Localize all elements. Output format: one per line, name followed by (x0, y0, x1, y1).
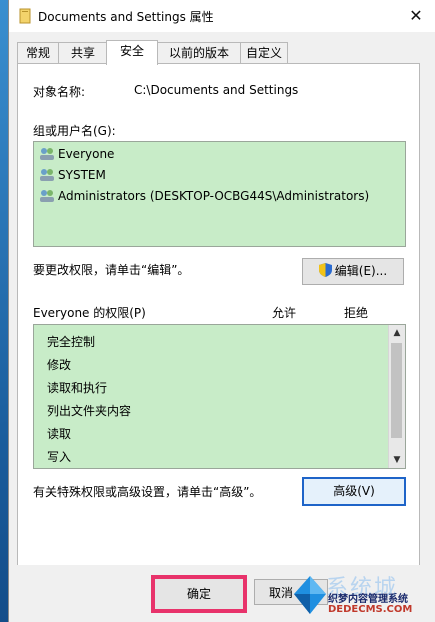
advanced-button[interactable]: 高级(V) (302, 477, 406, 506)
security-panel: 对象名称: C:\Documents and Settings 组或用户名(G)… (17, 63, 420, 567)
list-item[interactable]: Administrators (DESKTOP-OCBG44S\Administ… (39, 189, 369, 203)
scrollbar[interactable]: ▲ ▼ (388, 325, 405, 468)
edit-button[interactable]: 编辑(E)... (302, 258, 404, 285)
user-name: SYSTEM (58, 168, 106, 182)
tab-previous-versions[interactable]: 以前的版本 (157, 42, 241, 63)
watermark-line1: 织梦内容管理系统 (328, 594, 408, 605)
scroll-thumb[interactable] (391, 343, 402, 438)
close-icon[interactable]: ✕ (406, 6, 426, 26)
object-name-value: C:\Documents and Settings (134, 83, 299, 97)
user-name: Everyone (58, 147, 115, 161)
allow-header: 允许 (272, 306, 297, 320)
title-bar: Documents and Settings 属性 ✕ (9, 0, 435, 32)
user-group-icon (40, 148, 54, 160)
user-name: Administrators (DESKTOP-OCBG44S\Administ… (58, 189, 370, 203)
tab-strip: 常规 共享 安全 以前的版本 自定义 (17, 40, 419, 65)
folder-icon (19, 8, 31, 24)
watermark-logo: 系统城 织梦内容管理系统 DEDECMS.COM (290, 566, 435, 622)
scroll-down-icon[interactable]: ▼ (389, 452, 405, 468)
ok-button[interactable]: 确定 (151, 575, 247, 613)
advanced-hint: 有关特殊权限或高级设置，请单击“高级”。 (33, 485, 262, 499)
tab-security[interactable]: 安全 (106, 40, 158, 65)
groups-label: 组或用户名(G): (33, 124, 116, 138)
user-group-icon (40, 169, 54, 181)
users-list[interactable]: Everyone SYSTEM Administrators (DESKTOP-… (33, 141, 406, 247)
list-item: 完全控制 (47, 335, 96, 349)
list-item[interactable]: SYSTEM (39, 168, 106, 182)
change-hint: 要更改权限，请单击“编辑”。 (33, 263, 190, 277)
properties-window: Documents and Settings 属性 ✕ 常规 共享 安全 以前的… (8, 0, 435, 622)
edit-button-label: 编辑(E)... (334, 264, 388, 278)
tab-sharing[interactable]: 共享 (58, 42, 108, 63)
list-item: 写入 (47, 450, 72, 464)
windows-logo-icon (294, 576, 326, 614)
list-item: 修改 (47, 358, 72, 372)
deny-header: 拒绝 (344, 306, 369, 320)
user-group-icon (40, 190, 54, 202)
tab-general[interactable]: 常规 (17, 42, 59, 63)
permissions-list: 完全控制 修改 读取和执行 列出文件夹内容 读取 写入 ▲ ▼ (33, 324, 406, 469)
list-item: 列出文件夹内容 (47, 404, 132, 418)
object-name-label: 对象名称: (33, 85, 86, 99)
window-title: Documents and Settings 属性 (38, 10, 214, 24)
uac-shield-icon (318, 263, 332, 277)
tab-customize[interactable]: 自定义 (240, 42, 288, 63)
permissions-label: Everyone 的权限(P) (33, 306, 146, 320)
watermark-line2: DEDECMS.COM (328, 604, 413, 615)
list-item[interactable]: Everyone (39, 147, 114, 161)
list-item: 读取 (47, 427, 72, 441)
list-item: 读取和执行 (47, 381, 108, 395)
scroll-up-icon[interactable]: ▲ (389, 325, 405, 341)
